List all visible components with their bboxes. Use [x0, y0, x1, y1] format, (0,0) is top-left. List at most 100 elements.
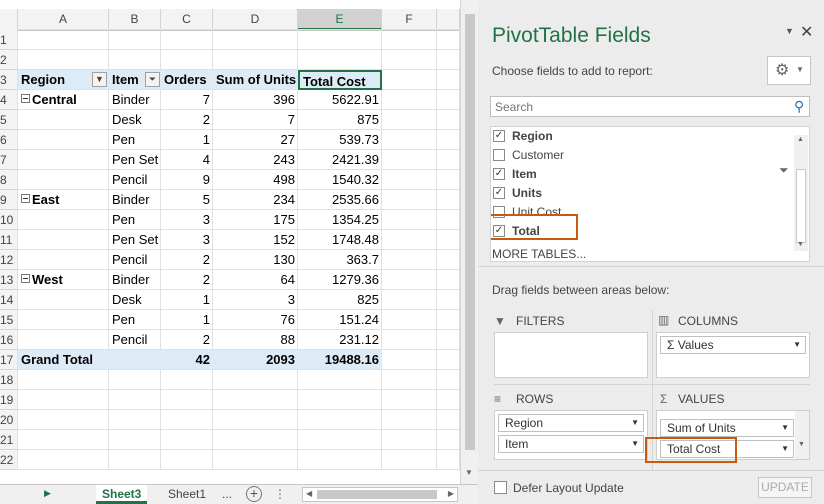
rows-item-region[interactable]: Region ▼ — [498, 414, 644, 432]
units-cell[interactable]: 27 — [213, 130, 298, 150]
region-label[interactable]: Central — [18, 90, 109, 110]
row-header[interactable]: 21 — [0, 430, 18, 450]
rows-item-item[interactable]: Item ▼ — [498, 435, 644, 453]
cost-cell[interactable]: 1279.36 — [298, 270, 382, 290]
row-header[interactable]: 6 — [0, 130, 18, 150]
row-header[interactable]: 4 — [0, 90, 18, 110]
columns-item-values[interactable]: Σ Values ▼ — [660, 336, 806, 354]
grand-total-units[interactable]: 2093 — [213, 350, 298, 370]
item-cell[interactable]: Desk — [109, 290, 161, 310]
column-header-a[interactable]: A — [18, 9, 109, 30]
collapse-icon[interactable] — [21, 94, 30, 103]
chevron-down-icon[interactable]: ▼ — [631, 415, 639, 431]
scroll-down-icon[interactable]: ▼ — [797, 241, 804, 248]
units-cell[interactable]: 76 — [213, 310, 298, 330]
tab-more[interactable]: ... — [216, 485, 238, 504]
cost-cell[interactable]: 825 — [298, 290, 382, 310]
cost-cell[interactable]: 875 — [298, 110, 382, 130]
grand-total-cost[interactable]: 19488.16 — [298, 350, 382, 370]
item-cell[interactable]: Pen Set — [109, 230, 161, 250]
item-cell[interactable]: Pen — [109, 310, 161, 330]
row-header[interactable]: 17 — [0, 350, 18, 370]
orders-cell[interactable]: 5 — [161, 190, 213, 210]
item-cell[interactable]: Binder — [109, 270, 161, 290]
grand-total-orders[interactable]: 42 — [161, 350, 213, 370]
units-cell[interactable]: 234 — [213, 190, 298, 210]
column-header-e[interactable]: E — [298, 9, 382, 30]
tab-sheet3[interactable]: Sheet3 — [96, 485, 148, 504]
column-header-c[interactable]: C — [161, 9, 213, 30]
units-cell[interactable]: 152 — [213, 230, 298, 250]
cost-cell[interactable]: 1354.25 — [298, 210, 382, 230]
column-header-f[interactable]: F — [382, 9, 437, 30]
field-checkbox[interactable]: ✓ — [493, 168, 505, 180]
collapse-icon[interactable] — [21, 194, 30, 203]
row-header[interactable]: 12 — [0, 250, 18, 270]
rows-area[interactable]: Region ▼ Item ▼ — [494, 410, 648, 460]
item-cell[interactable]: Pencil — [109, 330, 161, 350]
vertical-scrollbar[interactable]: ▼ — [460, 0, 478, 484]
column-header-d[interactable]: D — [213, 9, 298, 30]
tools-button[interactable]: ⚙ ▼ — [767, 56, 811, 85]
item-cell[interactable]: Pencil — [109, 170, 161, 190]
tab-split-handle[interactable]: ⋮ — [274, 487, 286, 501]
orders-cell[interactable]: 1 — [161, 310, 213, 330]
pivot-header-orders[interactable]: Orders — [161, 70, 213, 90]
units-cell[interactable]: 175 — [213, 210, 298, 230]
orders-cell[interactable]: 2 — [161, 250, 213, 270]
row-header[interactable]: 20 — [0, 410, 18, 430]
chevron-down-icon[interactable]: ▼ — [781, 441, 789, 457]
cell-grid[interactable]: Region Item Orders Sum of Units Total Cost ▼ ⏷… — [17, 29, 460, 470]
select-all-corner[interactable] — [0, 9, 18, 30]
column-header-g[interactable] — [437, 9, 460, 30]
field-scroll-thumb[interactable] — [796, 169, 806, 243]
orders-cell[interactable]: 1 — [161, 130, 213, 150]
update-button[interactable]: UPDATE — [758, 477, 812, 498]
item-cell[interactable]: Pen Set — [109, 150, 161, 170]
item-cell[interactable]: Pen — [109, 130, 161, 150]
orders-cell[interactable]: 2 — [161, 270, 213, 290]
columns-area[interactable]: Σ Values ▼ — [656, 332, 810, 378]
orders-cell[interactable]: 3 — [161, 230, 213, 250]
units-cell[interactable]: 498 — [213, 170, 298, 190]
cost-cell[interactable]: 363.7 — [298, 250, 382, 270]
field-list-scrollbar[interactable]: ▲ ▼ — [794, 135, 808, 251]
scroll-thumb[interactable] — [465, 14, 475, 450]
field-item[interactable]: Customer — [491, 145, 781, 164]
cost-cell[interactable]: 5622.91 — [298, 90, 382, 110]
row-header[interactable]: 8 — [0, 170, 18, 190]
grand-total-label[interactable]: Grand Total — [18, 350, 109, 370]
tab-scroll-right-icon[interactable]: ▶ — [44, 488, 51, 499]
defer-layout-checkbox[interactable] — [494, 481, 507, 494]
collapse-icon[interactable] — [21, 274, 30, 283]
units-cell[interactable]: 7 — [213, 110, 298, 130]
scroll-down-icon[interactable]: ▼ — [465, 468, 473, 477]
values-scrollbar[interactable]: ▼ — [795, 411, 809, 459]
row-header[interactable]: 9 — [0, 190, 18, 210]
close-icon[interactable]: ✕ — [800, 22, 813, 42]
field-checkbox[interactable] — [493, 149, 505, 161]
item-cell[interactable]: Binder — [109, 190, 161, 210]
row-header[interactable]: 16 — [0, 330, 18, 350]
row-header[interactable]: 19 — [0, 390, 18, 410]
row-header[interactable]: 2 — [0, 50, 18, 70]
values-item-sum-of-units[interactable]: Sum of Units ▼ — [660, 419, 794, 437]
scroll-down-icon[interactable]: ▼ — [798, 441, 805, 448]
cost-cell[interactable]: 1748.48 — [298, 230, 382, 250]
units-cell[interactable]: 396 — [213, 90, 298, 110]
units-cell[interactable]: 243 — [213, 150, 298, 170]
orders-cell[interactable]: 4 — [161, 150, 213, 170]
row-header[interactable]: 18 — [0, 370, 18, 390]
orders-cell[interactable]: 3 — [161, 210, 213, 230]
chevron-down-icon[interactable]: ▼ — [631, 436, 639, 452]
row-header[interactable]: 3 — [0, 70, 18, 90]
field-checkbox[interactable]: ✓ — [493, 130, 505, 142]
scroll-right-icon[interactable]: ▶ — [448, 489, 454, 498]
chevron-down-icon[interactable]: ▼ — [793, 337, 801, 353]
item-cell[interactable]: Desk — [109, 110, 161, 130]
cost-cell[interactable]: 231.12 — [298, 330, 382, 350]
scroll-left-icon[interactable]: ◀ — [306, 489, 312, 498]
row-header[interactable]: 13 — [0, 270, 18, 290]
field-checkbox[interactable]: ✓ — [493, 187, 505, 199]
row-header[interactable]: 15 — [0, 310, 18, 330]
